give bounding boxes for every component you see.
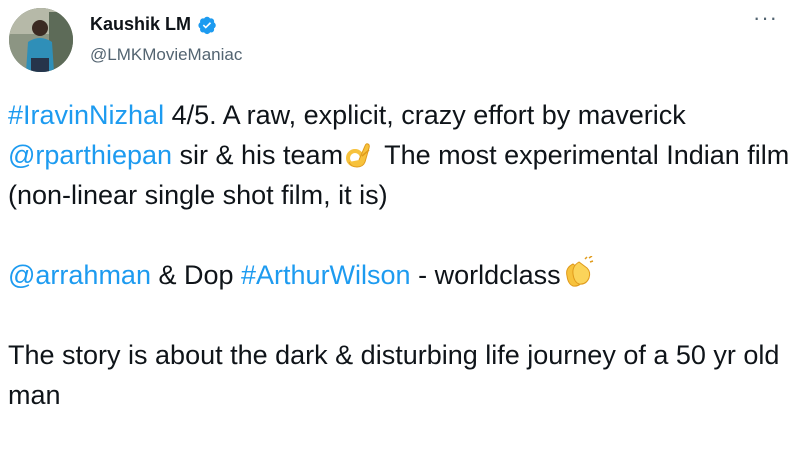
author-name-row: Kaushik LM	[90, 14, 217, 35]
tweet-paragraph-2: @arrahman & Dop #ArthurWilson - worldcla…	[8, 255, 792, 295]
tweet-paragraph-1: #IravinNizhal 4/5. A raw, explicit, craz…	[8, 95, 792, 215]
hashtag-iravinnizhal[interactable]: #IravinNizhal	[8, 100, 164, 130]
hashtag-arthurwilson[interactable]: #ArthurWilson	[241, 260, 411, 290]
clapping-hands-icon	[561, 255, 595, 290]
more-options-button[interactable]: ···	[753, 7, 778, 29]
verified-badge-icon	[197, 15, 217, 35]
tweet-card: Kaushik LM @LMKMovieManiac ··· #IravinNi…	[0, 0, 800, 467]
tweet-text: #IravinNizhal 4/5. A raw, explicit, craz…	[8, 95, 792, 415]
author-display-name[interactable]: Kaushik LM	[90, 14, 191, 35]
author-handle[interactable]: @LMKMovieManiac	[90, 45, 242, 65]
mention-rparthiepan[interactable]: @rparthiepan	[8, 140, 172, 170]
tweet-text-segment: & Dop	[150, 260, 242, 290]
tweet-text-segment: - worldclass	[410, 260, 561, 290]
avatar[interactable]	[9, 8, 73, 72]
ok-hand-icon	[343, 136, 377, 170]
mention-arrahman[interactable]: @arrahman	[8, 260, 151, 290]
tweet-paragraph-3: The story is about the dark & disturbing…	[8, 340, 780, 410]
tweet-text-segment: sir & his team	[172, 140, 344, 170]
tweet-text-segment: 4/5. A raw, explicit, crazy effort by ma…	[164, 100, 686, 130]
